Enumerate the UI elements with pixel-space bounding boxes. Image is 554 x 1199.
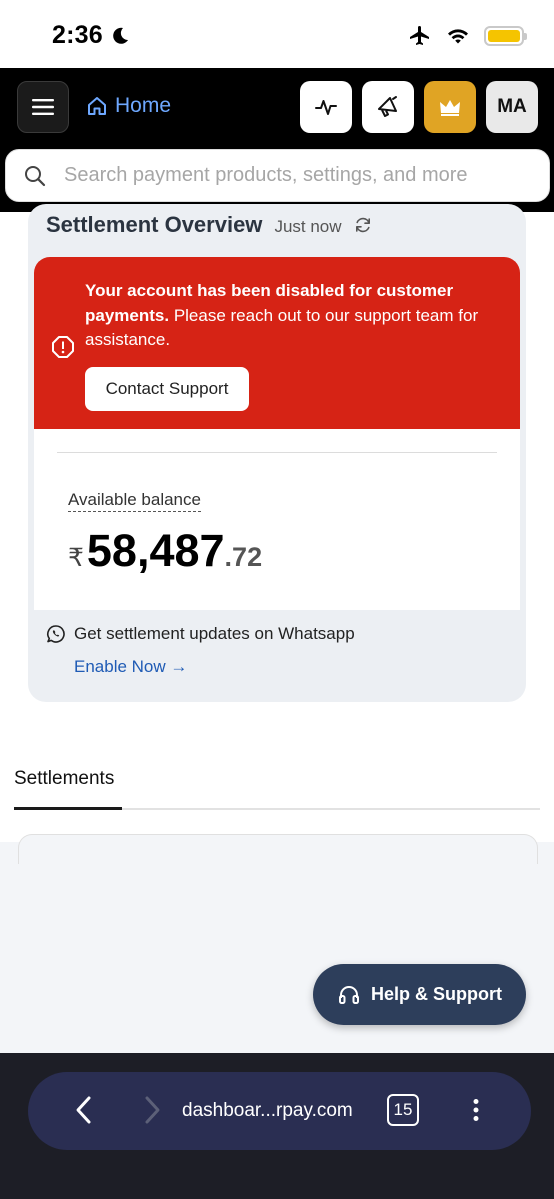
moon-icon	[113, 27, 128, 44]
tabs-button[interactable]: 15	[387, 1094, 419, 1126]
headset-icon	[339, 985, 359, 1004]
hamburger-icon	[32, 99, 54, 115]
search-icon	[25, 165, 46, 186]
tab-settlements[interactable]: Settlements	[14, 768, 114, 790]
overview-title: Settlement Overview	[46, 212, 263, 237]
wifi-icon	[448, 29, 468, 44]
avatar[interactable]: MA	[486, 81, 538, 133]
status-bar: 2:36	[0, 0, 554, 68]
help-support-button[interactable]: Help & Support	[313, 964, 526, 1025]
browser-url-bar: dashboar...rpay.com 15	[28, 1072, 531, 1150]
menu-button[interactable]	[17, 81, 69, 133]
currency-symbol: ₹	[68, 544, 84, 572]
home-link[interactable]: Home	[86, 94, 171, 118]
balance-decimal: .72	[224, 542, 263, 572]
browser-toolbar: dashboar...rpay.com 15	[0, 1053, 554, 1199]
warning-icon	[52, 336, 74, 358]
contact-support-button[interactable]: Contact Support	[85, 367, 249, 411]
search-bar[interactable]	[5, 149, 550, 202]
updated-time: Just now	[274, 217, 342, 236]
activity-button[interactable]	[300, 81, 352, 133]
battery-icon	[484, 26, 527, 46]
activity-icon	[315, 100, 337, 115]
search-input[interactable]	[64, 164, 524, 187]
megaphone-icon	[378, 96, 397, 117]
whatsapp-icon	[47, 625, 65, 643]
crown-icon	[440, 100, 460, 116]
divider	[57, 452, 497, 453]
app-header: Home MA	[0, 68, 554, 212]
more-menu-icon[interactable]	[472, 1098, 480, 1122]
settlement-overview-card: Settlement Overview Just now Your accoun…	[28, 204, 526, 702]
balance-card: Available balance ₹ 58,487 .72	[34, 429, 520, 610]
forward-icon[interactable]	[139, 1094, 165, 1126]
enable-now-label: Enable Now	[74, 657, 166, 676]
alert-message: Your account has been disabled for custo…	[85, 279, 505, 353]
airplane-icon	[410, 26, 429, 45]
url-text[interactable]: dashboar...rpay.com	[182, 1100, 353, 1122]
overview-header: Settlement Overview Just now	[46, 212, 372, 238]
enable-now-link[interactable]: Enable Now →	[74, 657, 187, 677]
main-content: Settlement Overview Just now Your accoun…	[0, 204, 554, 864]
settlements-list-card	[18, 834, 538, 864]
refresh-icon[interactable]	[354, 216, 372, 234]
header-actions: MA	[300, 81, 538, 133]
available-balance-label[interactable]: Available balance	[68, 490, 201, 512]
balance-integer: 58,487	[86, 525, 225, 576]
home-label: Home	[115, 94, 172, 117]
account-disabled-alert: Your account has been disabled for custo…	[34, 257, 520, 429]
balance-amount: ₹ 58,487 .72	[68, 525, 262, 577]
back-icon[interactable]	[71, 1094, 97, 1126]
home-icon	[88, 97, 106, 115]
tab-active-indicator	[14, 807, 122, 810]
arrow-right-icon: →	[170, 657, 188, 676]
premium-button[interactable]	[424, 81, 476, 133]
announcements-button[interactable]	[362, 81, 414, 133]
whatsapp-text: Get settlement updates on Whatsapp	[74, 624, 355, 643]
help-support-label: Help & Support	[371, 984, 502, 1004]
whatsapp-updates-row: Get settlement updates on Whatsapp	[46, 624, 355, 644]
status-icons	[408, 24, 527, 48]
status-time: 2:36	[52, 21, 103, 49]
